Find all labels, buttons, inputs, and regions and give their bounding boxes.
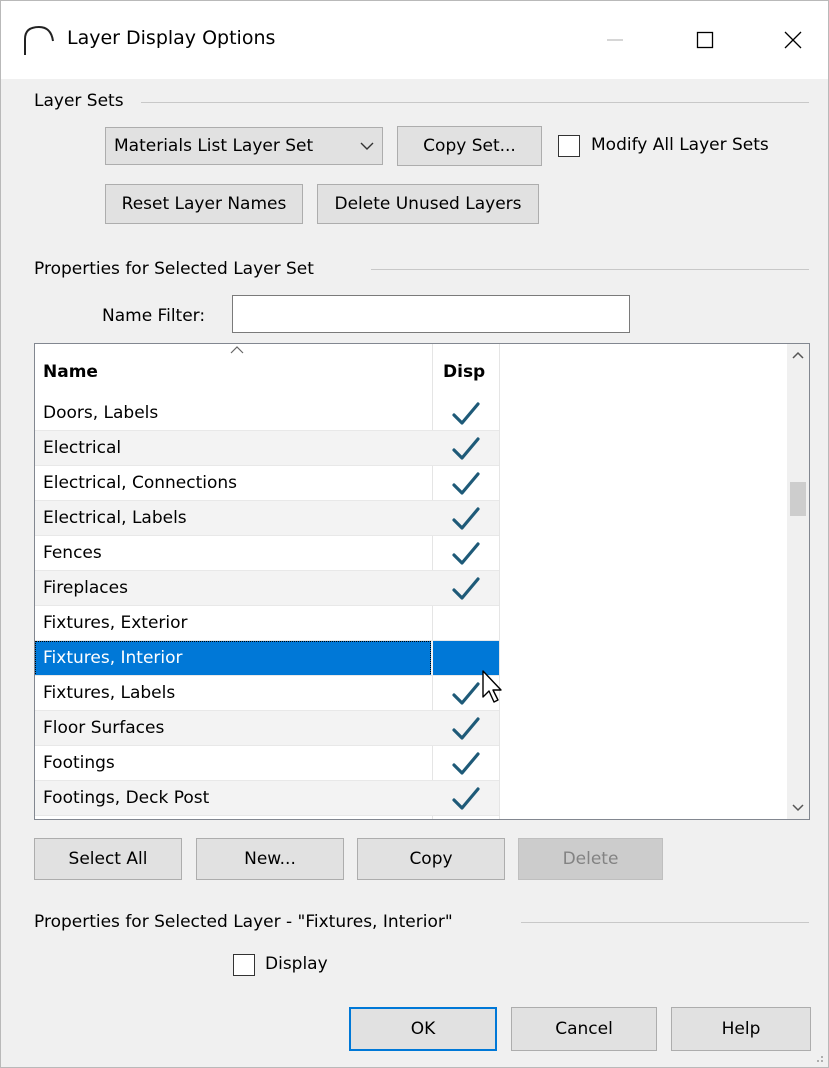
cancel-button[interactable]: Cancel xyxy=(511,1007,657,1051)
set-properties-divider xyxy=(371,269,809,270)
layer-properties-group-label: Properties for Selected Layer - "Fixture… xyxy=(34,912,463,932)
layer-sets-group-label: Layer Sets xyxy=(34,91,134,111)
layer-properties-divider xyxy=(521,922,809,923)
table-row[interactable]: Fireplaces xyxy=(35,571,499,606)
maximize-icon xyxy=(696,31,714,49)
layer-set-dropdown-value: Materials List Layer Set xyxy=(114,136,314,156)
modify-all-label: Modify All Layer Sets xyxy=(591,135,769,155)
select-all-button[interactable]: Select All xyxy=(34,838,182,880)
layer-name-cell: Electrical xyxy=(43,438,122,458)
scroll-up-button[interactable] xyxy=(787,344,809,366)
table-row[interactable]: Footings, Deck Post xyxy=(35,781,499,816)
reset-layer-names-button[interactable]: Reset Layer Names xyxy=(105,184,303,224)
column-header-disp[interactable]: Disp xyxy=(443,362,485,382)
display-toggle-cell[interactable] xyxy=(433,711,499,746)
scrollbar-thumb[interactable] xyxy=(790,482,806,516)
layer-name-cell: Fixtures, Interior xyxy=(43,648,183,668)
table-row[interactable]: Electrical, Labels xyxy=(35,501,499,536)
layer-name-cell: Electrical, Connections xyxy=(43,473,237,493)
modify-all-checkbox[interactable] xyxy=(558,135,580,157)
layer-name-cell: Fences xyxy=(43,543,102,563)
name-filter-label: Name Filter: xyxy=(102,306,206,326)
scroll-down-button[interactable] xyxy=(787,797,809,819)
layer-name-cell: Electrical, Labels xyxy=(43,508,187,528)
table-row[interactable]: Electrical xyxy=(35,431,499,466)
display-checkbox[interactable] xyxy=(233,954,255,976)
display-toggle-cell[interactable] xyxy=(433,606,499,641)
table-row[interactable]: Floor Surfaces xyxy=(35,711,499,746)
checkmark-icon xyxy=(452,471,480,495)
column-header-name[interactable]: Name xyxy=(43,362,98,382)
minimize-button[interactable] xyxy=(585,15,645,65)
window-title: Layer Display Options xyxy=(67,27,276,49)
row-divider xyxy=(35,815,499,816)
table-row[interactable]: Doors, Labels xyxy=(35,396,499,431)
layer-display-options-dialog: Layer Display Options Layer Sets Materia… xyxy=(0,0,829,1068)
new-layer-button[interactable]: New... xyxy=(196,838,344,880)
close-icon xyxy=(784,31,802,49)
display-toggle-cell[interactable] xyxy=(433,571,499,606)
table-row[interactable]: Footings xyxy=(35,746,499,781)
column-divider[interactable] xyxy=(499,344,500,819)
layer-name-cell: Fireplaces xyxy=(43,578,128,598)
layer-set-dropdown[interactable]: Materials List Layer Set xyxy=(105,127,383,165)
display-toggle-cell[interactable] xyxy=(433,536,499,571)
ok-button[interactable]: OK xyxy=(349,1007,497,1051)
chevron-down-icon xyxy=(792,804,804,812)
copy-layer-button[interactable]: Copy xyxy=(357,838,505,880)
checkmark-icon xyxy=(452,716,480,740)
display-toggle-cell[interactable] xyxy=(433,501,499,536)
layer-name-cell: Floor Surfaces xyxy=(43,718,165,738)
layer-name-cell: Fixtures, Exterior xyxy=(43,613,188,633)
title-bar[interactable]: Layer Display Options xyxy=(1,1,828,79)
chevron-down-icon xyxy=(352,141,382,151)
layer-sets-divider xyxy=(141,102,809,103)
layer-name-cell: Footings xyxy=(43,753,115,773)
display-toggle-cell[interactable] xyxy=(433,781,499,816)
delete-layer-button[interactable]: Delete xyxy=(518,838,663,880)
layer-name-cell: Fixtures, Labels xyxy=(43,683,176,703)
app-arch-icon xyxy=(24,25,54,55)
table-row[interactable]: Fixtures, Exterior xyxy=(35,606,499,641)
layer-list[interactable]: Name Disp Doors, Labels Electrical Electri… xyxy=(34,343,810,820)
checkmark-icon xyxy=(452,401,480,425)
resize-grip-icon[interactable] xyxy=(812,1051,824,1063)
sort-ascending-icon xyxy=(230,346,244,354)
table-row[interactable]: Fixtures, Interior xyxy=(35,641,499,676)
checkmark-icon xyxy=(452,576,480,600)
mouse-cursor-icon xyxy=(482,670,502,703)
checkmark-icon xyxy=(452,436,480,460)
checkmark-icon xyxy=(452,506,480,530)
display-toggle-cell[interactable] xyxy=(433,431,499,466)
display-label: Display xyxy=(265,954,328,974)
checkmark-icon xyxy=(452,786,480,810)
close-button[interactable] xyxy=(763,15,823,65)
display-toggle-cell[interactable] xyxy=(433,396,499,431)
layer-name-cell: Footings, Deck Post xyxy=(43,788,210,808)
layer-name-cell: Doors, Labels xyxy=(43,403,159,423)
vertical-scrollbar[interactable] xyxy=(787,344,809,819)
minimize-icon xyxy=(607,39,623,41)
table-row[interactable]: Fences xyxy=(35,536,499,571)
table-row[interactable]: Fixtures, Labels xyxy=(35,676,499,711)
chevron-up-icon xyxy=(792,351,804,359)
maximize-button[interactable] xyxy=(675,15,735,65)
checkmark-icon xyxy=(452,681,480,705)
checkmark-icon xyxy=(452,541,480,565)
help-button[interactable]: Help xyxy=(671,1007,811,1051)
display-toggle-cell[interactable] xyxy=(433,466,499,501)
name-filter-input[interactable] xyxy=(232,295,630,333)
copy-set-button[interactable]: Copy Set... xyxy=(397,126,542,166)
display-toggle-cell[interactable] xyxy=(433,746,499,781)
layer-list-header: Name Disp xyxy=(35,344,795,392)
delete-unused-layers-button[interactable]: Delete Unused Layers xyxy=(317,184,539,224)
set-properties-group-label: Properties for Selected Layer Set xyxy=(34,259,324,279)
table-row[interactable]: Electrical, Connections xyxy=(35,466,499,501)
checkmark-icon xyxy=(452,751,480,775)
